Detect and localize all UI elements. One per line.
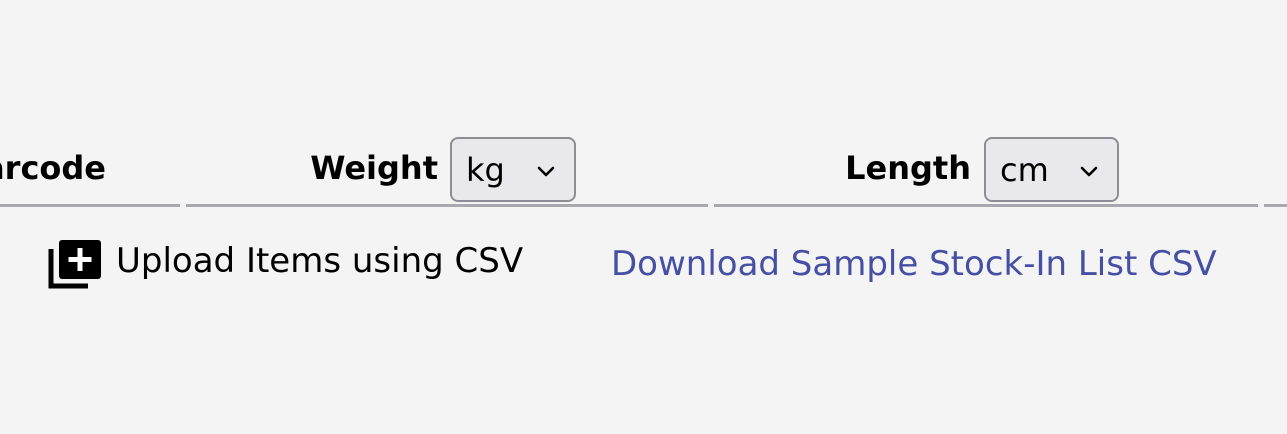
- chevron-down-icon: [1080, 166, 1098, 176]
- length-unit-select[interactable]: cm: [984, 137, 1119, 202]
- weight-unit-select[interactable]: kg: [450, 137, 576, 202]
- length-header-underline: [714, 204, 1258, 207]
- barcode-header-underline: [0, 204, 180, 207]
- barcode-column-header: arcode: [0, 149, 106, 187]
- library-add-icon: [48, 240, 101, 289]
- download-sample-csv-link[interactable]: Download Sample Stock-In List CSV: [611, 243, 1217, 285]
- upload-csv-label: Upload Items using CSV: [116, 241, 524, 281]
- length-column-header: Length: [845, 149, 971, 187]
- next-header-underline: [1264, 204, 1287, 207]
- form-area: arcode Weight kg Length cm Upload Items …: [0, 0, 1287, 434]
- weight-unit-value: kg: [466, 150, 505, 189]
- weight-header-underline: [186, 204, 708, 207]
- weight-column-header: Weight: [310, 149, 438, 187]
- length-unit-value: cm: [1000, 150, 1049, 189]
- upload-csv-button[interactable]: Upload Items using CSV: [48, 236, 523, 290]
- chevron-down-icon: [537, 166, 555, 176]
